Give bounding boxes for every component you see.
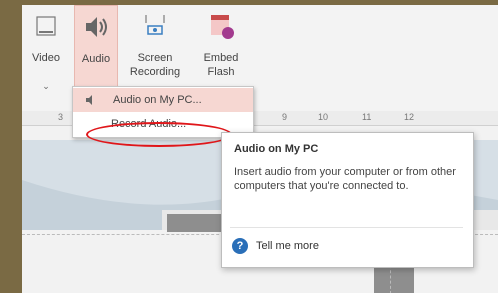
help-icon: ?	[232, 238, 248, 255]
window-frame-left	[0, 0, 22, 293]
app-window: Video ⌄ Audio ⌄ Screen Recording	[22, 5, 498, 293]
ruler-tick: 10	[318, 112, 329, 122]
embed-flash-label: Embed Flash	[203, 52, 239, 78]
menu-item-label: Record Audio...	[111, 118, 187, 130]
video-arrow-icon: ⌄	[42, 81, 50, 91]
screen-recording-icon	[145, 15, 165, 35]
tooltip-title: Audio on My PC	[234, 143, 319, 155]
audio-label: Audio	[81, 53, 111, 65]
speaker-small-icon	[86, 95, 92, 105]
tooltip: Audio on My PC Insert audio from your co…	[221, 132, 474, 268]
tell-me-more-link[interactable]: ? Tell me more	[232, 236, 319, 256]
menu-item-label: Audio on My PC...	[113, 94, 202, 106]
speaker-icon	[86, 17, 107, 37]
screen-recording-label: Screen Recording	[129, 52, 181, 78]
video-icon	[36, 16, 56, 36]
menu-item-audio-on-my-pc[interactable]: Audio on My PC...	[73, 88, 253, 112]
ruler-tick: 11	[362, 112, 372, 122]
ruler-tick: 12	[404, 112, 415, 122]
ruler-tick: 3	[58, 112, 64, 122]
audio-dropdown-menu: Audio on My PC... Record Audio...	[72, 86, 254, 138]
tooltip-divider	[230, 227, 463, 228]
slide-shape	[167, 214, 227, 232]
ruler-tick: 9	[282, 112, 288, 122]
audio-button[interactable]: Audio ⌄	[74, 5, 118, 93]
flash-icon	[211, 15, 234, 39]
tooltip-body: Insert audio from your computer or from …	[234, 166, 456, 192]
video-button[interactable]: Video ⌄	[26, 5, 66, 105]
video-label: Video	[32, 52, 60, 64]
tell-me-more-label: Tell me more	[256, 240, 319, 252]
